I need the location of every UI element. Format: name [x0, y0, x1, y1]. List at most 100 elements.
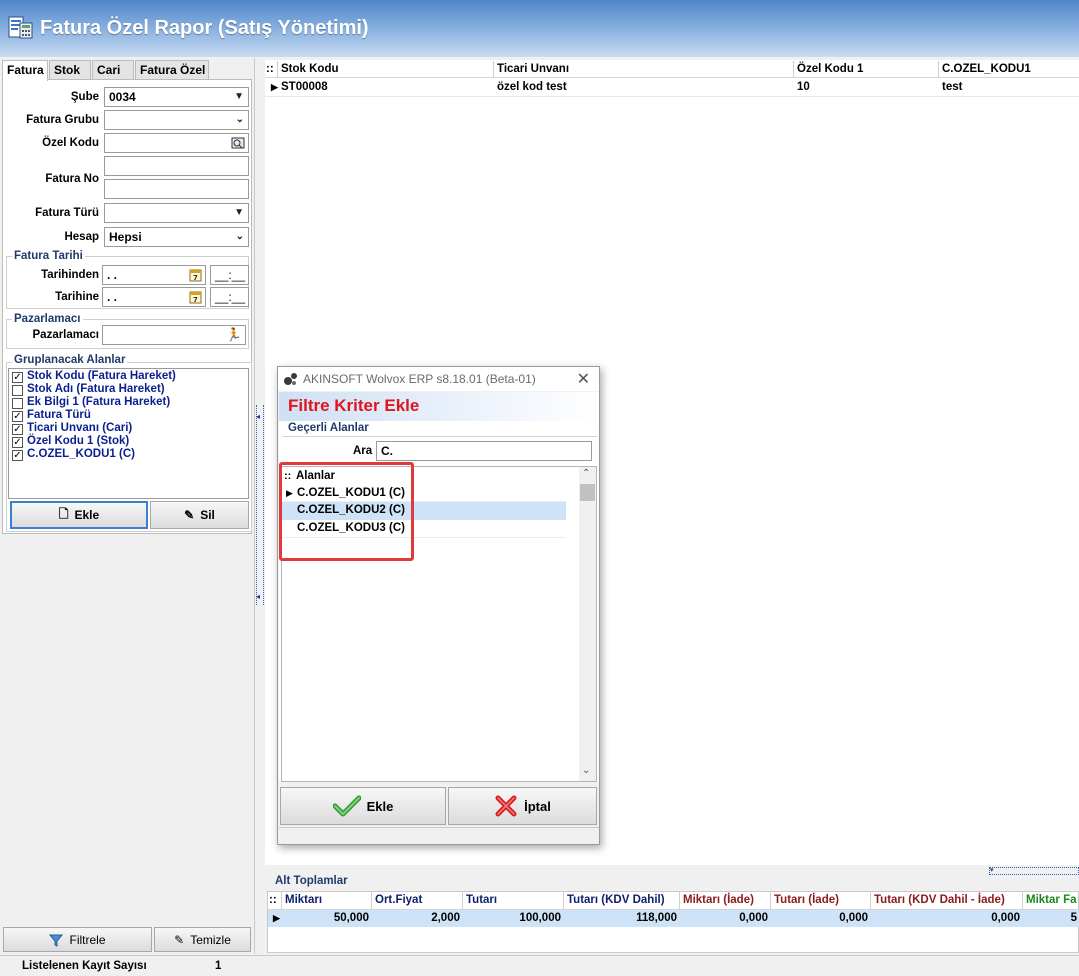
report-app-icon [8, 16, 33, 39]
tarihinden-time-input[interactable]: __:__ [210, 265, 249, 285]
tarihinden-time-value: __:__ [215, 268, 246, 282]
grouping-checkbox[interactable]: ✓ [12, 372, 23, 383]
tarihinden-date-input[interactable]: . . 7 [102, 265, 206, 285]
dialog-header-title: Filtre Kriter Ekle [288, 396, 420, 415]
ozel-kodu-label: Özel Kodu [42, 137, 99, 149]
person-search-icon[interactable]: 🏃 [226, 327, 242, 343]
sube-select[interactable]: 0034 ▼ [104, 87, 249, 107]
svg-text:7: 7 [193, 274, 198, 282]
col-c-ozel-kodu1[interactable]: C.OZEL_KODU1 [939, 61, 1079, 78]
tab-cari[interactable]: Cari [92, 60, 134, 80]
checkmark-icon [332, 795, 361, 817]
col-stok-kodu[interactable]: Stok Kodu [278, 61, 494, 78]
tab-page-fatura: Şube 0034 ▼ Fatura Grubu ⌄ Özel Kodu Fat… [2, 79, 252, 534]
chevron-down-icon: ⌄ [235, 231, 244, 242]
tarihine-time-input[interactable]: __:__ [210, 287, 249, 307]
search-input[interactable]: C. [376, 441, 592, 461]
record-count-label: Listelenen Kayıt Sayısı [22, 960, 147, 972]
lookup-icon[interactable] [231, 136, 245, 150]
ozel-kodu-input[interactable] [104, 133, 249, 153]
clear-button[interactable]: ✎ Temizle [154, 927, 251, 952]
totals-panel: ▾ Alt Toplamlar :: Miktarı Ort.Fiyat Tut… [265, 866, 1079, 954]
svg-text:7: 7 [193, 296, 198, 304]
col-ticari-unvani[interactable]: Ticari Unvanı [494, 61, 794, 78]
status-bar: Listelenen Kayıt Sayısı 1 [0, 955, 1079, 976]
grouping-item-label: Ticari Unvanı (Cari) [27, 422, 133, 434]
dialog-title: AKINSOFT Wolvox ERP s8.18.01 (Beta-01) [303, 372, 536, 386]
tab-stok[interactable]: Stok [49, 60, 91, 80]
col-tutari-kdv[interactable]: Tutarı (KDV Dahil) [564, 892, 680, 909]
tarihine-date-input[interactable]: . . 7 [102, 287, 206, 307]
tab-stok-label: Stok [54, 63, 81, 77]
pazarlamaci-title: Pazarlamacı [12, 313, 83, 325]
grouping-checkbox[interactable]: ✓ [12, 450, 23, 461]
add-group-button[interactable]: 🗋 Ekle [10, 501, 148, 529]
scroll-thumb[interactable] [580, 484, 595, 501]
grouping-item-label: Stok Kodu (Fatura Hareket) [27, 370, 176, 382]
fatura-no-from-input[interactable] [104, 156, 249, 176]
fatura-turu-label: Fatura Türü [35, 207, 99, 219]
col-ozel-kodu-1[interactable]: Özel Kodu 1 [794, 61, 939, 78]
dialog-ok-button[interactable]: Ekle [280, 787, 446, 825]
calendar-icon[interactable]: 7 [189, 268, 202, 282]
list-scrollbar[interactable]: ⌃ ⌄ [579, 467, 596, 781]
tarihinden-date-value: . . [107, 268, 118, 282]
scroll-down-icon[interactable]: ⌄ [582, 765, 590, 776]
tarihine-time-value: __:__ [215, 290, 246, 304]
panel-splitter[interactable] [256, 405, 264, 605]
grouping-checkbox[interactable]: ✓ [12, 424, 23, 435]
grouping-checkbox[interactable] [12, 398, 23, 409]
fatura-no-label: Fatura No [45, 173, 99, 185]
chevron-down-icon: ⌄ [235, 114, 244, 125]
fatura-no-to-input[interactable] [104, 179, 249, 199]
grouping-checkbox[interactable] [12, 385, 23, 396]
totals-row[interactable]: ▶ 50,000 2,000 100,000 118,000 0,000 0,0… [268, 909, 1079, 927]
totals-grid: :: Miktarı Ort.Fiyat Tutarı Tutarı (KDV … [267, 891, 1079, 953]
dialog-cancel-button[interactable]: İptal [448, 787, 597, 825]
sube-value: 0034 [109, 90, 136, 104]
cell-ozel-kodu-1: 10 [797, 81, 810, 93]
row-pointer-icon: ▶ [273, 913, 280, 923]
close-icon[interactable]: ✕ [577, 369, 590, 389]
fatura-turu-select[interactable]: ▼ [104, 203, 249, 223]
dialog-status-bar [279, 827, 599, 844]
grouping-item-label: Stok Adı (Fatura Hareket) [27, 383, 165, 395]
tab-fatura-label: Fatura [7, 63, 44, 77]
col-tutari-iade[interactable]: Tutarı (İade) [771, 892, 871, 909]
total-miktar-fa: 5 [1070, 912, 1077, 924]
total-miktari-iade: 0,000 [739, 912, 768, 924]
col-tutari-kdv-iade[interactable]: Tutarı (KDV Dahil - İade) [871, 892, 1023, 909]
search-value: C. [381, 444, 393, 458]
col-miktari[interactable]: Miktarı [282, 892, 372, 909]
grid-header: :: Stok Kodu Ticari Unvanı Özel Kodu 1 C… [265, 61, 1079, 78]
eraser-icon: ✎ [184, 508, 195, 522]
new-document-icon: 🗋 [58, 506, 69, 521]
calendar-icon[interactable]: 7 [189, 290, 202, 304]
col-tutari[interactable]: Tutarı [463, 892, 564, 909]
filter-button[interactable]: Filtrele [3, 927, 152, 952]
fatura-grubu-select[interactable]: ⌄ [104, 110, 249, 130]
total-ort-fiyat: 2,000 [431, 912, 460, 924]
delete-group-button[interactable]: ✎ Sil [150, 501, 249, 529]
grouping-checkbox[interactable]: ✓ [12, 437, 23, 448]
scroll-up-icon[interactable]: ⌃ [582, 468, 590, 479]
akinsoft-logo-icon [284, 373, 297, 385]
table-row[interactable]: ▶ ST00008 özel kod test 10 test [265, 79, 1079, 97]
cell-stok-kodu: ST00008 [281, 81, 328, 93]
tarihine-label: Tarihine [55, 291, 99, 303]
tab-fatura[interactable]: Fatura [2, 60, 48, 81]
hesap-select[interactable]: Hepsi ⌄ [104, 227, 249, 247]
dropdown-arrow-icon: ▼ [234, 207, 244, 218]
pazarlamaci-input[interactable]: 🏃 [102, 325, 246, 345]
sube-label: Şube [70, 91, 99, 103]
tab-fatura-ozel[interactable]: Fatura Özel [135, 60, 209, 80]
fatura-tarihi-title: Fatura Tarihi [12, 250, 85, 262]
col-miktari-iade[interactable]: Miktarı (İade) [680, 892, 771, 909]
grouping-checkbox[interactable]: ✓ [12, 411, 23, 422]
col-miktar-fa[interactable]: Miktar Fa [1023, 892, 1079, 909]
col-ort-fiyat[interactable]: Ort.Fiyat [372, 892, 463, 909]
total-tutari-kdv-iade: 0,000 [991, 912, 1020, 924]
dropdown-arrow-icon: ▼ [234, 91, 244, 102]
collapse-arrow-icon[interactable]: ▾ [989, 867, 1079, 875]
filter-criteria-dialog: AKINSOFT Wolvox ERP s8.18.01 (Beta-01) ✕… [277, 366, 600, 845]
